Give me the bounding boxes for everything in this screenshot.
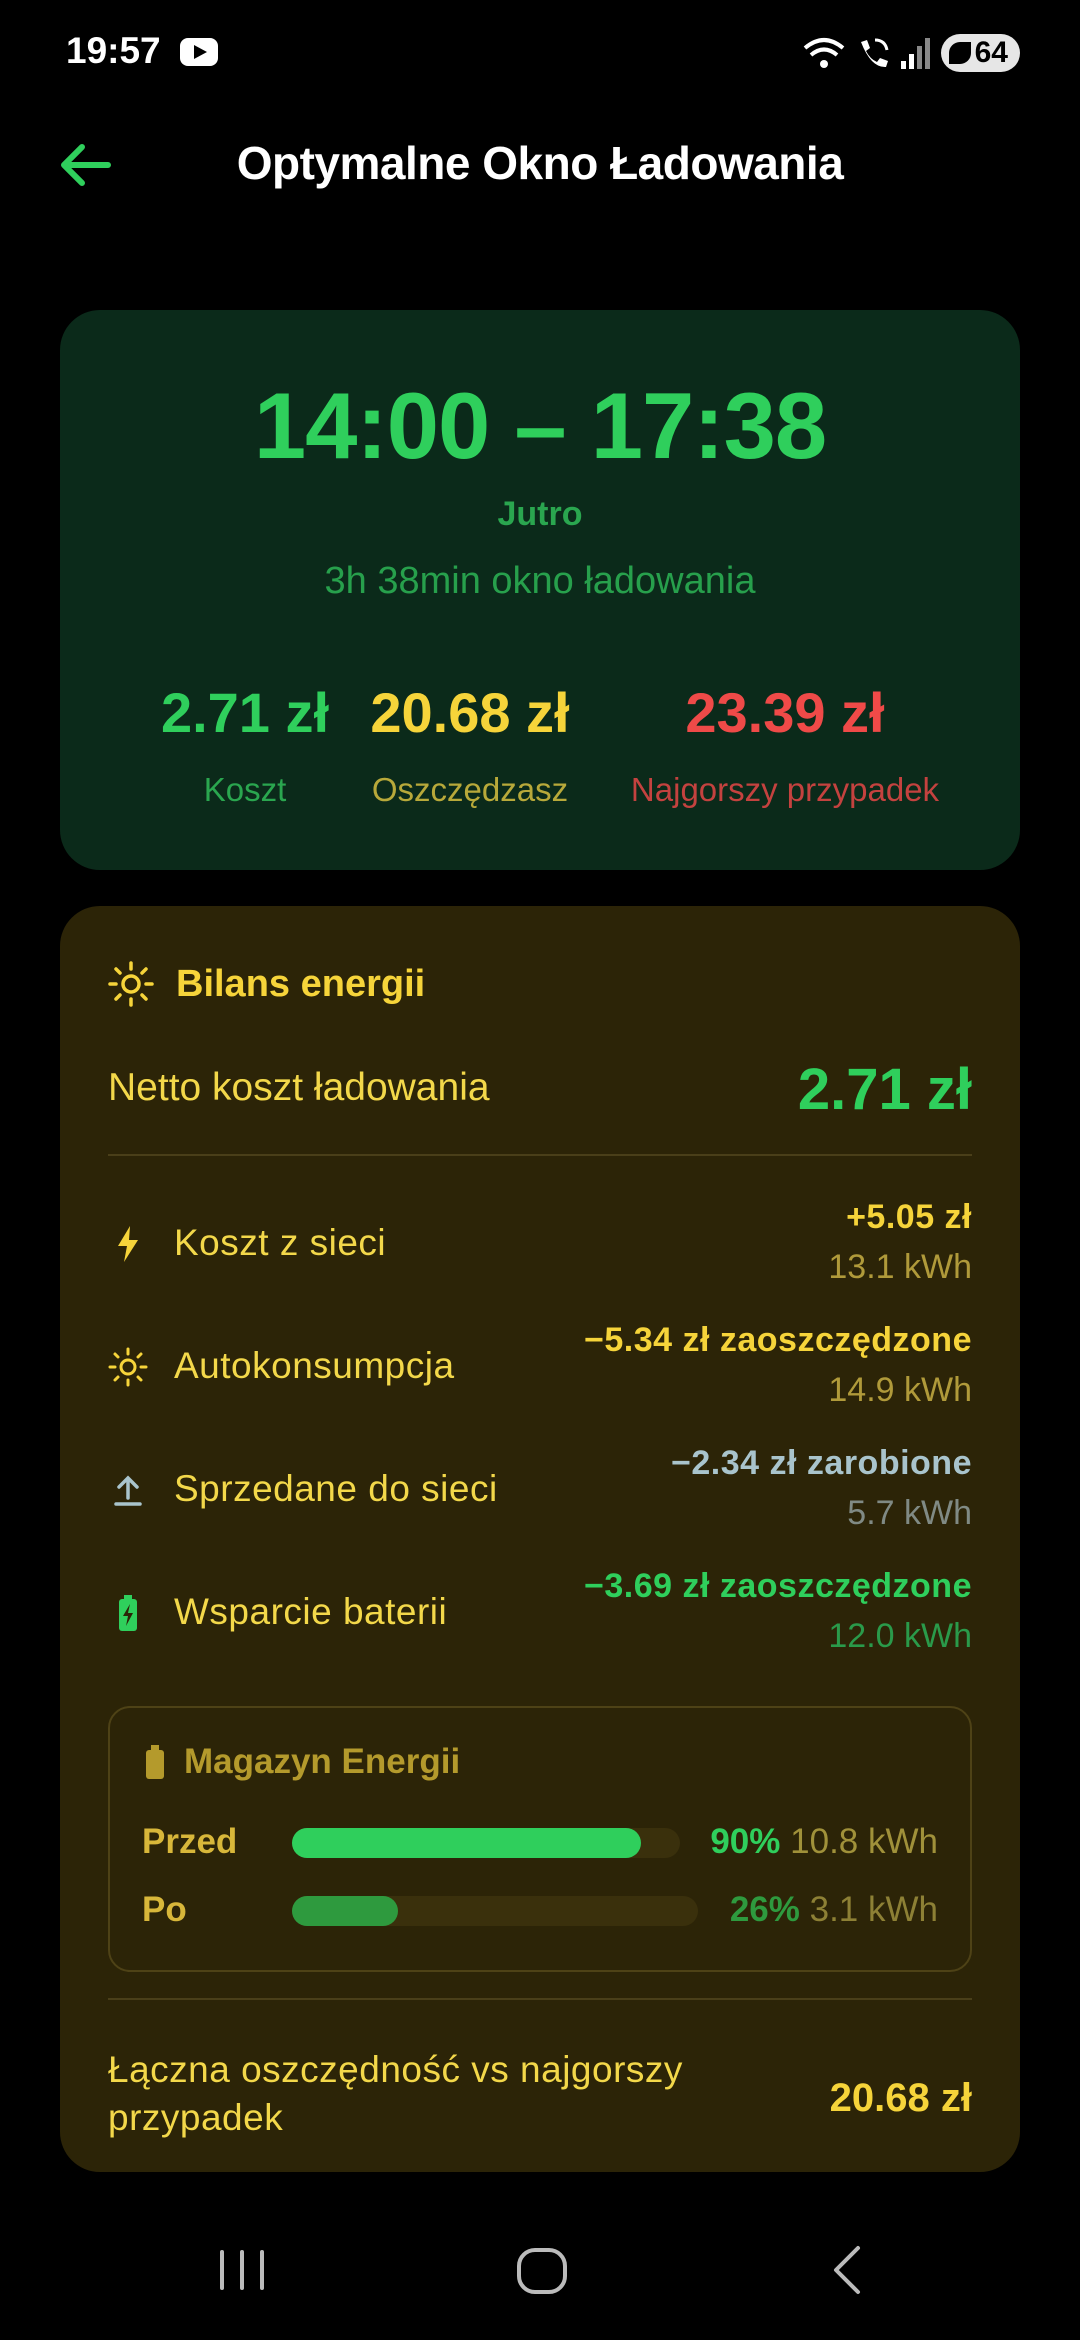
battery-saver-icon <box>948 42 971 64</box>
stat-worst-label: Najgorszy przypadek <box>630 771 940 808</box>
storage-after-value: 26% 3.1 kWh <box>730 1890 938 1930</box>
storage-before-kwh: 10.8 kWh <box>790 1822 938 1861</box>
storage-after-label: Po <box>142 1890 187 1929</box>
storage-before-row: Przed 90% 10.8 kWh <box>142 1818 938 1868</box>
charging-window-card: 14:00 – 17:38 Jutro 3h 38min okno ładowa… <box>60 310 1020 870</box>
storage-after-kwh: 3.1 kWh <box>809 1890 938 1929</box>
lightning-icon <box>118 1226 138 1262</box>
stat-savings-label: Oszczędzasz <box>371 771 569 808</box>
signal-icon <box>900 38 930 69</box>
row-sold-to-grid: Sprzedane do sieci −2.34 zł zarobione 5.… <box>108 1444 972 1544</box>
back-icon[interactable] <box>826 2240 866 2300</box>
divider <box>108 1998 972 2000</box>
storage-after-track <box>292 1896 698 1926</box>
row-amount: +5.05 zł <box>846 1198 972 1236</box>
energy-card-header: Bilans energii <box>108 961 425 1007</box>
net-cost-value: 2.71 zł <box>797 1057 972 1122</box>
battery-indicator: 64 <box>940 34 1020 72</box>
storage-before-label: Przed <box>142 1822 238 1861</box>
recent-apps-icon[interactable] <box>216 2240 268 2300</box>
storage-header: Magazyn Energii <box>144 1742 460 1782</box>
row-amount: −2.34 zł zarobione <box>671 1444 972 1482</box>
page-title: Optymalne Okno Ładowania <box>236 137 844 189</box>
row-kwh: 14.9 kWh <box>828 1371 972 1409</box>
sun-icon <box>108 1347 148 1387</box>
battery-charging-icon <box>119 1595 137 1631</box>
stat-savings: 20.68 zł Oszczędzasz <box>350 680 590 809</box>
window-duration: 3h 38min okno ładowania <box>324 560 756 602</box>
row-label: Autokonsumpcja <box>174 1345 455 1386</box>
sun-icon <box>108 961 154 1007</box>
storage-title: Magazyn Energii <box>184 1742 461 1781</box>
storage-after-row: Po 26% 3.1 kWh <box>142 1886 938 1936</box>
home-icon[interactable] <box>515 2240 569 2300</box>
stat-cost-label: Koszt <box>203 771 287 808</box>
storage-before-fill <box>292 1828 642 1858</box>
row-battery-support: Wsparcie baterii −3.69 zł zaoszczędzone … <box>108 1567 972 1667</box>
row-amount: −3.69 zł zaoszczędzone <box>584 1567 972 1605</box>
energy-storage-panel: Magazyn Energii Przed 90% 10.8 kWh Po 26… <box>108 1706 972 1972</box>
wifi-call-icon <box>860 38 889 68</box>
total-savings-label: Łączna oszczędność vs najgorszy przypade… <box>108 2049 683 2138</box>
energy-balance-card: Bilans energii Netto koszt ładowania 2.7… <box>60 906 1020 2172</box>
energy-card-title: Bilans energii <box>176 962 426 1005</box>
stat-worst-value: 23.39 zł <box>685 681 885 744</box>
youtube-icon <box>180 38 218 66</box>
row-self-consumption: Autokonsumpcja −5.34 zł zaoszczędzone 14… <box>108 1321 972 1421</box>
stat-savings-value: 20.68 zł <box>370 681 570 744</box>
status-bar: 19:57 64 <box>0 0 1080 110</box>
status-icons: 64 <box>803 28 1020 78</box>
storage-after-fill <box>292 1896 398 1926</box>
battery-level: 64 <box>974 36 1008 69</box>
storage-before-percent: 90% <box>710 1822 781 1861</box>
row-label: Koszt z sieci <box>174 1222 387 1263</box>
upload-icon <box>114 1475 142 1506</box>
wifi-icon <box>803 38 844 68</box>
row-label: Sprzedane do sieci <box>174 1468 498 1509</box>
storage-before-value: 90% 10.8 kWh <box>710 1822 938 1862</box>
row-label: Wsparcie baterii <box>174 1591 448 1632</box>
row-grid-cost: Koszt z sieci +5.05 zł 13.1 kWh <box>108 1198 972 1298</box>
row-kwh: 13.1 kWh <box>828 1248 972 1286</box>
battery-icon <box>146 1745 164 1779</box>
time-range: 14:00 – 17:38 <box>253 373 827 478</box>
stat-worst-case: 23.39 zł Najgorszy przypadek <box>590 680 980 809</box>
row-amount: −5.34 zł zaoszczędzone <box>584 1321 972 1359</box>
net-cost-label: Netto koszt ładowania <box>108 1066 490 1109</box>
divider <box>108 1154 972 1156</box>
row-kwh: 12.0 kWh <box>828 1617 972 1655</box>
storage-before-track <box>292 1828 680 1858</box>
stat-cost: 2.71 zł Koszt <box>145 680 345 809</box>
row-kwh: 5.7 kWh <box>847 1494 972 1532</box>
total-savings-value: 20.68 zł <box>829 2076 972 2120</box>
navigation-bar <box>0 2220 1080 2340</box>
window-day: Jutro <box>497 495 583 533</box>
storage-after-percent: 26% <box>729 1890 800 1929</box>
stat-cost-value: 2.71 zł <box>160 681 330 744</box>
status-time: 19:57 <box>66 30 161 71</box>
